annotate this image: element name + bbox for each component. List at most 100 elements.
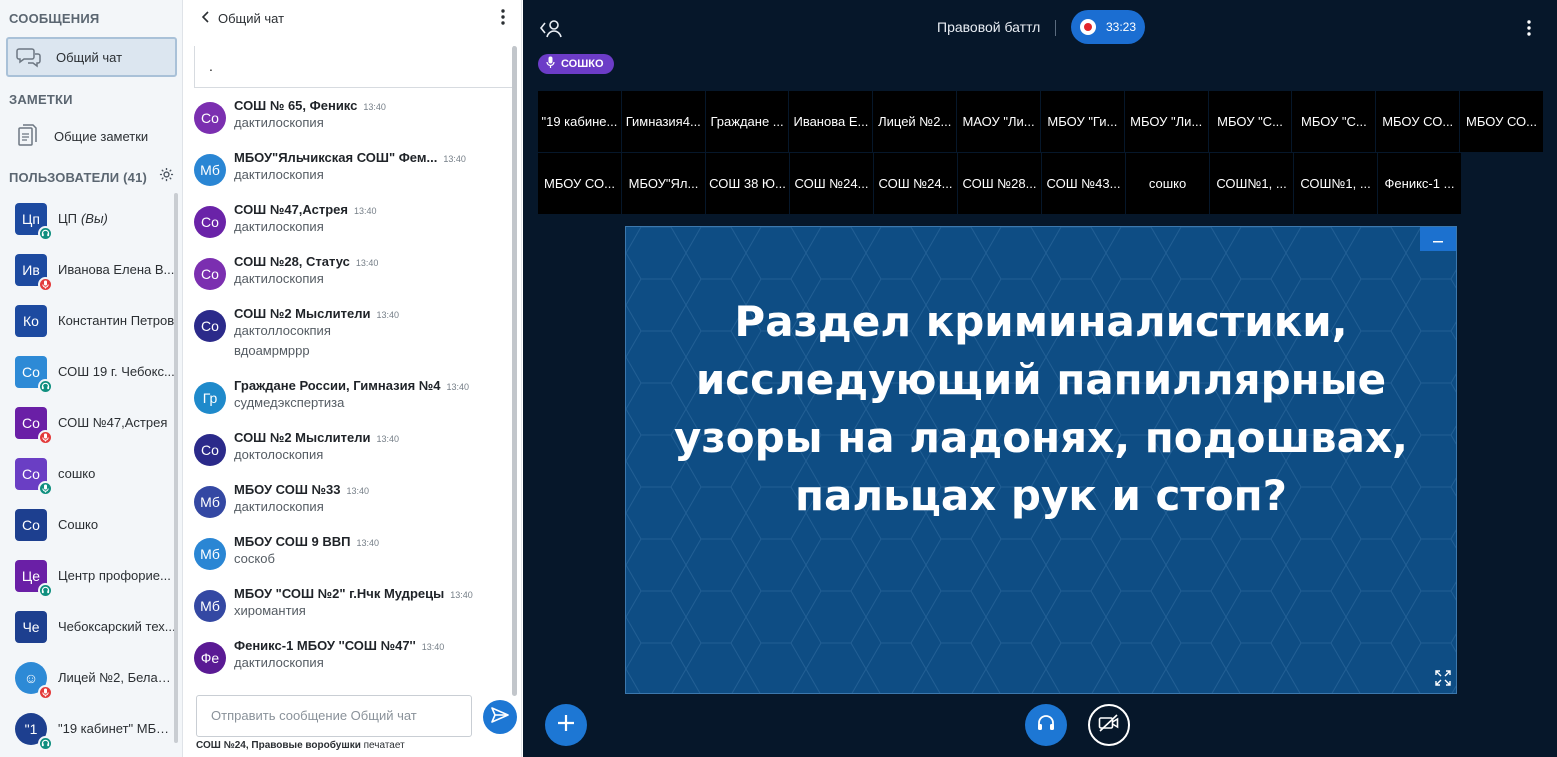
user-list-item[interactable]: Со Сошко xyxy=(0,499,176,550)
shared-notes-nav-item[interactable]: Общие заметки xyxy=(0,116,182,156)
chat-message-input[interactable]: Отправить сообщение Общий чат xyxy=(196,695,472,737)
audio-headset-button[interactable] xyxy=(1025,704,1067,746)
message-avatar: Со xyxy=(194,310,226,342)
users-list: Цп ЦП (Вы) Ив Иванова Елена В... Ко Константин… xyxy=(0,193,176,754)
message-body: МБОУ СОШ №33 13:40 дактилоскопия xyxy=(234,482,369,534)
video-tile[interactable]: Феникс-1 ... xyxy=(1378,153,1461,214)
video-tile-name: СОШ №28... xyxy=(962,176,1037,191)
headset-listen-only-icon xyxy=(38,378,53,394)
video-tile[interactable]: МБОУ "С... xyxy=(1208,91,1292,152)
user-name: Чебоксарский тех... xyxy=(58,619,176,634)
video-tile-name: СОШ№1, ... xyxy=(1216,176,1287,191)
video-tile[interactable]: СОШ №43... xyxy=(1042,153,1125,214)
video-tile-name: Лицей №2... xyxy=(878,114,952,129)
video-tile[interactable]: "19 кабине... xyxy=(538,91,621,152)
video-tile-name: Гимназия4... xyxy=(625,114,701,129)
message-body: СОШ № 65, Феникс 13:40 дактилоскопия xyxy=(234,98,386,150)
video-tile[interactable]: СОШ 38 Ю... xyxy=(706,153,789,214)
message-avatar-initials: Со xyxy=(201,318,219,334)
message-time: 13:40 xyxy=(376,434,399,444)
avatar: Со xyxy=(15,508,47,541)
users-header: ПОЛЬЗОВАТЕЛИ (41) xyxy=(0,165,182,189)
video-tile[interactable]: МБОУ "Ги... xyxy=(1040,91,1124,152)
message-time: 13:40 xyxy=(346,486,369,496)
video-tile[interactable]: МАОУ "Ли... xyxy=(957,91,1040,152)
video-tile[interactable]: СОШ№1, ... xyxy=(1294,153,1377,214)
user-list-item[interactable]: ☺ Лицей №2, Белая ... xyxy=(0,652,176,703)
microphone-muted-icon xyxy=(38,429,53,445)
video-tile[interactable]: МБОУ СО... xyxy=(1376,91,1460,152)
avatar-initials: Ив xyxy=(22,261,40,278)
message-text: дактоллосокпия xyxy=(234,323,331,338)
user-list-item[interactable]: Це Центр профорие... xyxy=(0,550,176,601)
message-avatar: Фе xyxy=(194,642,226,674)
message-text: доктолоскопия xyxy=(234,447,324,462)
user-list-item[interactable]: Ив Иванова Елена В... xyxy=(0,244,176,295)
user-name-text: Лицей №2, Белая ... xyxy=(58,670,176,685)
slide-text-line: узоры на ладонях, подошвах, xyxy=(673,413,1409,462)
message-author: СОШ №2 Мыслители xyxy=(234,430,371,445)
options-kebab-icon[interactable] xyxy=(1527,20,1531,41)
user-list-item[interactable]: Ко Константин Петров xyxy=(0,295,176,346)
microphone-icon xyxy=(38,480,53,496)
video-tile[interactable]: МБОУ "Ли... xyxy=(1124,91,1208,152)
camera-toggle-button[interactable] xyxy=(1088,704,1130,746)
video-tile[interactable]: Граждане ... xyxy=(705,91,789,152)
video-tile[interactable]: Иванова Е... xyxy=(789,91,873,152)
video-tile[interactable]: СОШ №28... xyxy=(958,153,1041,214)
video-tile[interactable]: сошко xyxy=(1126,153,1209,214)
send-message-button[interactable] xyxy=(483,700,517,734)
video-tile[interactable]: МБОУ СО... xyxy=(1460,91,1543,152)
fullscreen-icon xyxy=(1435,669,1451,691)
chat-options-kebab-icon[interactable] xyxy=(501,9,505,28)
camera-off-icon xyxy=(1098,713,1120,737)
recording-indicator[interactable]: 33:23 xyxy=(1071,10,1145,44)
public-chat-nav-item[interactable]: Общий чат xyxy=(6,37,177,77)
video-tile[interactable]: Лицей №2... xyxy=(873,91,957,152)
user-list-item[interactable]: Цп ЦП (Вы) xyxy=(0,193,176,244)
video-tile[interactable]: СОШ№1, ... xyxy=(1210,153,1293,214)
user-list-item[interactable]: Со СОШ №47,Астрея xyxy=(0,397,176,448)
video-tile[interactable]: МБОУ"Ял... xyxy=(622,153,705,214)
video-tile-name: МБОУ"Ял... xyxy=(628,176,699,191)
user-list-item[interactable]: Со сошко xyxy=(0,448,176,499)
user-name-text: Чебоксарский тех... xyxy=(58,619,176,634)
video-tile[interactable]: СОШ №24... xyxy=(790,153,873,214)
message-author: СОШ № 65, Феникс xyxy=(234,98,358,113)
video-tile-name: сошко xyxy=(1148,176,1187,191)
minus-icon xyxy=(1433,230,1443,248)
video-tile[interactable]: Гимназия4... xyxy=(621,91,705,152)
typing-indicator: СОШ №24, Правовые воробушки печатает xyxy=(196,740,405,751)
message-avatar-initials: Мб xyxy=(200,598,220,614)
video-tile-name: Феникс-1 ... xyxy=(1384,176,1455,191)
user-list-item[interactable]: Со СОШ 19 г. Чебокс... xyxy=(0,346,176,397)
message-author: МБОУ "СОШ №2" г.Нчк Мудрецы xyxy=(234,586,445,601)
notes-document-icon xyxy=(14,124,40,147)
typing-suffix: печатает xyxy=(360,740,405,751)
chat-scrollbar[interactable] xyxy=(512,46,517,696)
video-tile[interactable]: МБОУ "С... xyxy=(1292,91,1376,152)
avatar-initials: Со xyxy=(22,363,40,380)
back-chevron-icon[interactable] xyxy=(201,10,210,26)
minimize-presentation-button[interactable] xyxy=(1420,227,1456,251)
video-tile[interactable]: МБОУ СО... xyxy=(538,153,621,214)
user-name: Центр профорие... xyxy=(58,568,176,583)
message-author: Граждане России, Гимназия №4 xyxy=(234,378,441,393)
video-tile-name: МБОУ СО... xyxy=(544,176,615,191)
chat-message: Мб МБОУ "СОШ №2" г.Нчк Мудрецы 13:40 хирома… xyxy=(194,586,514,638)
public-chat-label: Общий чат xyxy=(56,49,123,65)
actions-plus-button[interactable] xyxy=(545,704,587,746)
toggle-user-list-icon[interactable] xyxy=(539,18,563,43)
message-body: Феникс-1 МБОУ ''СОШ №47'' 13:40 дактилоско… xyxy=(234,638,444,690)
settings-gear-icon[interactable] xyxy=(159,167,174,187)
user-list-item[interactable]: "1 "19 кабинет" МБО... xyxy=(0,703,176,754)
user-name: Иванова Елена В... xyxy=(58,262,176,277)
fullscreen-button[interactable] xyxy=(1432,669,1454,691)
recording-time: 33:23 xyxy=(1106,20,1137,34)
video-tile-name: МБОУ "Ги... xyxy=(1047,114,1118,129)
message-time: 13:40 xyxy=(363,102,386,112)
user-list-scrollbar[interactable] xyxy=(174,193,178,743)
video-tile[interactable]: СОШ №24... xyxy=(874,153,957,214)
chat-title: Общий чат xyxy=(218,10,285,26)
user-list-item[interactable]: Че Чебоксарский тех... xyxy=(0,601,176,652)
